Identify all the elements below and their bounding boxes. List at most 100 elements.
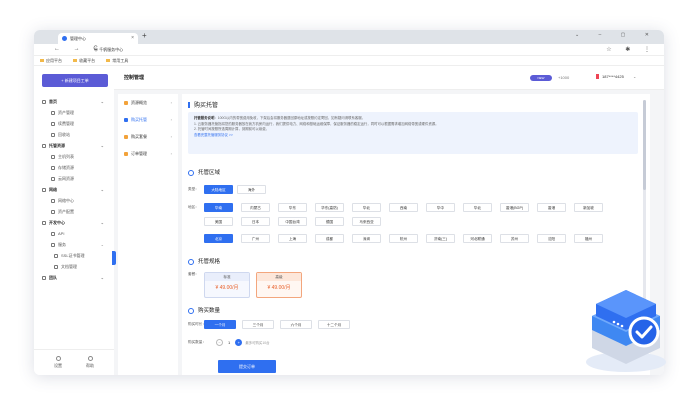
spec-label: 套餐： [188,272,199,276]
sidebar-item[interactable]: API [42,228,112,239]
zone-option[interactable]: 河北联通 [463,234,492,243]
sidebar-item[interactable]: 网络中心 [42,195,112,206]
zone-option[interactable]: 福州 [574,234,603,243]
create-ticket-button[interactable]: + 新建项目工单 [42,74,108,87]
zone-option[interactable]: 济南(三) [426,234,455,243]
sidebar-item[interactable]: 回收站 [42,129,112,140]
sidebar-item[interactable]: 云网资源 [42,173,112,184]
sidebar-item-label: 资产管理 [58,110,74,115]
zone-option[interactable]: 成都 [315,234,344,243]
user-menu[interactable]: 187****4425 ⌄ [596,74,637,80]
area-option[interactable]: 内蒙古 [241,203,270,212]
sidebar-item[interactable]: 续费管理 [42,118,112,129]
server-icon [188,258,194,265]
submenu-item[interactable]: 资源概览 › [118,94,178,111]
type-option[interactable]: 海外 [237,185,266,194]
new-tab-button[interactable]: + [142,31,147,40]
type-option[interactable]: 大陆地区 [204,185,233,194]
sidebar-item-label: 网络中心 [58,198,74,203]
sidebar-item[interactable]: 资产管理 [42,107,112,118]
sidebar-item[interactable]: 团队 ⌄ [42,272,112,283]
area-option[interactable]: 香港(BGP) [500,203,529,212]
zone-option[interactable]: 苏州 [500,234,529,243]
area-option[interactable]: 华北 [463,203,492,212]
bookmark-item[interactable]: 收藏平台 [73,58,95,63]
zone-option[interactable]: 深圳 [352,234,381,243]
page-title: 控制管理 [124,75,145,81]
sidebar-item[interactable]: SSL证书管理 [42,250,112,261]
decrement-button[interactable]: − [216,339,223,346]
plan-card-standard[interactable]: 标准 ¥ 49.00/月 [204,272,250,298]
window-controls[interactable]: ⌄ – ▢ ✕ [575,32,658,38]
submit-order-button[interactable]: 提交订单 [218,360,276,373]
menu-icon [42,220,46,225]
area-option[interactable]: 香港 [537,203,566,212]
area-option[interactable]: 马来西亚 [352,217,381,226]
secondary-menu: 资源概览 › 购买托管 › 购买套餐 › 订单管理 › [118,94,178,375]
area-option[interactable]: 德国 [315,217,344,226]
plan-card-advanced[interactable]: 高级 ¥ 49.00/月 [256,272,302,298]
browser-window: 管理中心 × + ⌄ – ▢ ✕ ← → C ⊕ 千帆服务中心 ☆ ✱ ⋮ 应用… [34,30,664,375]
zone-option[interactable]: 杭州 [389,234,418,243]
new-badge: NEW [530,75,552,81]
browser-tab[interactable]: 管理中心 × [58,33,138,44]
bookmark-item[interactable]: 应用平台 [40,58,62,63]
sidebar-item[interactable]: 托管资源 ⌄ [42,140,112,151]
submenu-item[interactable]: 订单管理 › [118,145,178,162]
area-option[interactable]: 新加坡 [574,203,603,212]
address-bar-row: ← → C ⊕ 千帆服务中心 ☆ ✱ ⋮ [34,44,664,56]
submenu-label: 资源概览 [131,100,147,105]
region-title: 托管区域 [188,168,220,176]
agreement-link[interactable]: 查看完整托管服务协议 >> [194,133,632,139]
quantity-stepper: − 1 + 最多可购买10台 [216,339,270,346]
sidebar-item-label: 服务 [58,242,66,247]
sidebar: + 新建项目工单 首页 ⌄ 资产管理续费管理 回收站 托管资源 ⌄ 主机列表存储资源云网资源… [34,66,114,375]
sidebar-item[interactable]: 网络 ⌄ [42,184,112,195]
period-option[interactable]: 三个月 [242,320,274,329]
area-option[interactable]: 日本 [241,217,270,226]
area-option[interactable]: 华东 [278,203,307,212]
area-option[interactable]: 华北 [352,203,381,212]
browser-actions[interactable]: ☆ ✱ ⋮ [606,46,656,53]
area-option[interactable]: 中国台湾 [278,217,307,226]
period-option[interactable]: 六个月 [280,320,312,329]
zone-option[interactable]: 广州 [241,234,270,243]
area-option[interactable]: 华东(高防) [315,203,344,212]
settings-button[interactable]: 设置 [48,356,68,369]
scrollbar-thumb[interactable] [643,100,646,190]
sidebar-item[interactable]: 文档管理 [42,261,112,272]
menu-icon [51,132,55,137]
period-option[interactable]: 一个月 [204,320,236,329]
help-button[interactable]: 帮助 [80,356,100,369]
sidebar-item-label: 存储资源 [58,165,74,170]
app-body: + 新建项目工单 首页 ⌄ 资产管理续费管理 回收站 托管资源 ⌄ 主机列表存储资源云网资源… [34,66,664,375]
area-option[interactable]: 华南 [204,203,233,212]
zone-option[interactable]: 沈阳 [537,234,566,243]
submenu-item[interactable]: 购买托管 › [118,111,178,128]
zone-option[interactable]: 上海 [278,234,307,243]
sidebar-item[interactable]: 服务 ⌄ [42,239,112,250]
chevron-down-icon: ⌄ [632,74,637,79]
sidebar-item[interactable]: 主机列表 [42,151,112,162]
area-option[interactable]: 美国 [204,217,233,226]
sidebar-item[interactable]: 首页 ⌄ [42,96,112,107]
period-option[interactable]: 十二个月 [318,320,350,329]
bookmark-item[interactable]: 常用工具 [106,58,128,63]
sidebar-item[interactable]: 资产配置 [42,206,112,217]
chevron-down-icon: ⌄ [100,187,104,192]
submenu-item[interactable]: 购买套餐 › [118,128,178,145]
area-option[interactable]: 西南 [389,203,418,212]
zone-option[interactable]: 北京 [204,234,233,243]
increment-button[interactable]: + [235,339,243,346]
quantity-title: 购买数量 [188,306,220,314]
sidebar-item[interactable]: 开发中心 ⌄ [42,217,112,228]
area-option[interactable]: 华中 [426,203,455,212]
spec-title: 托管规格 [188,257,220,265]
close-tab-icon[interactable]: × [131,33,134,44]
chevron-right-icon: › [170,100,172,105]
sidebar-collapse-handle[interactable] [112,251,116,265]
menu-icon [42,187,46,192]
quantity-value[interactable]: 1 [224,340,234,345]
url-field[interactable]: ⊕ 千帆服务中心 [94,46,123,54]
sidebar-item[interactable]: 存储资源 [42,162,112,173]
